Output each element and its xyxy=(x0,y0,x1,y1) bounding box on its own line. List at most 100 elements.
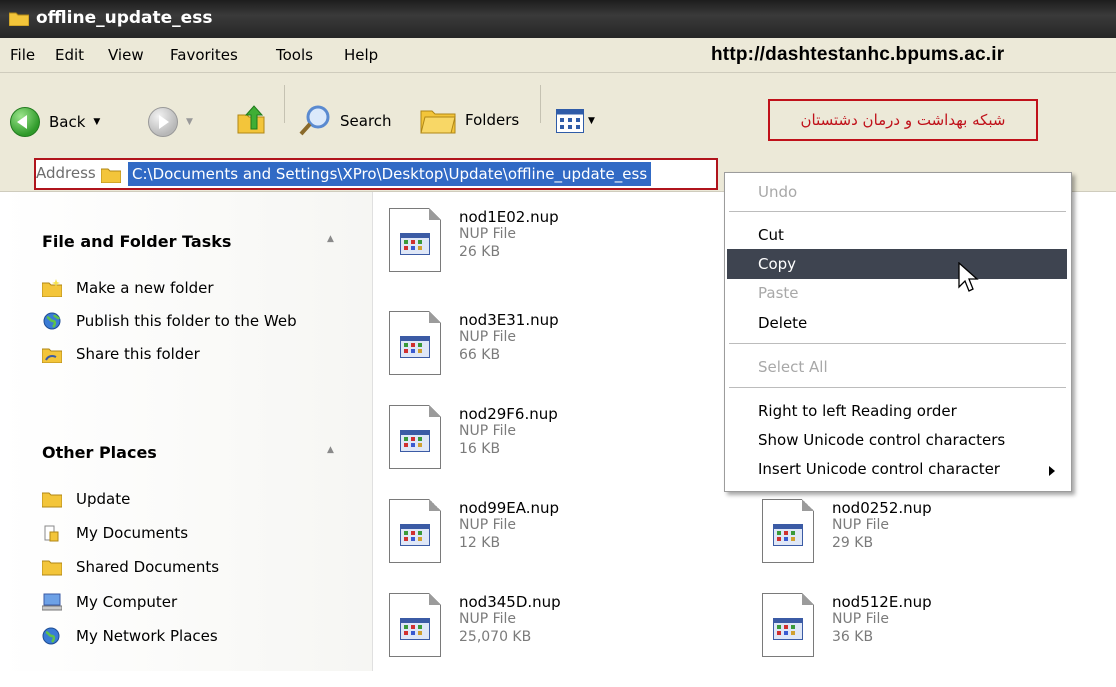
annotation-label: شبکه بهداشت و درمان دشتستان xyxy=(768,99,1038,141)
file-type: NUP File xyxy=(459,517,517,533)
other-places-title[interactable]: Other Places xyxy=(42,443,157,462)
menu-item-paste[interactable]: Paste xyxy=(758,284,799,302)
file-item[interactable]: nod3E31.nup NUP File 66 KB xyxy=(389,311,719,405)
place-label: My Documents xyxy=(76,524,189,542)
forward-dropdown-icon[interactable]: ▼ xyxy=(186,117,193,127)
file-type: NUP File xyxy=(459,611,517,627)
place-update[interactable]: Update xyxy=(42,490,130,508)
menu-item-select-all[interactable]: Select All xyxy=(758,358,828,376)
globe-icon xyxy=(43,312,61,330)
file-item[interactable]: nod345D.nup NUP File 25,070 KB xyxy=(389,593,719,687)
task-publish-web[interactable]: Publish this folder to the Web xyxy=(42,312,297,330)
menu-item-undo[interactable]: Undo xyxy=(758,183,797,201)
file-size: 25,070 KB xyxy=(459,629,532,645)
back-dropdown-icon[interactable]: ▼ xyxy=(93,117,100,127)
file-item[interactable]: nod99EA.nup NUP File 12 KB xyxy=(389,499,719,593)
file-item[interactable]: nod512E.nup NUP File 36 KB xyxy=(762,593,1092,687)
nup-file-icon xyxy=(762,499,814,563)
file-name: nod1E02.nup xyxy=(459,208,559,226)
menu-tools[interactable]: Tools xyxy=(276,46,313,64)
nup-file-icon xyxy=(389,311,441,375)
nup-file-icon xyxy=(389,405,441,469)
mouse-cursor-icon xyxy=(958,262,979,292)
file-item[interactable]: nod1E02.nup NUP File 26 KB xyxy=(389,208,719,302)
menu-separator xyxy=(729,211,1066,212)
folder-icon xyxy=(42,492,62,508)
file-name: nod345D.nup xyxy=(459,593,561,611)
place-label: My Computer xyxy=(76,593,178,611)
menu-item-cut[interactable]: Cut xyxy=(758,226,784,244)
search-button[interactable]: Search xyxy=(298,105,392,137)
up-folder-button[interactable] xyxy=(236,105,266,135)
place-my-computer[interactable]: My Computer xyxy=(42,593,177,611)
place-label: Shared Documents xyxy=(76,558,220,576)
toolbar-separator xyxy=(540,85,541,123)
file-tasks-title[interactable]: File and Folder Tasks xyxy=(42,232,231,251)
context-menu: Undo Cut Copy Paste Delete Select All Ri… xyxy=(724,172,1072,492)
address-input[interactable]: C:\Documents and Settings\XPro\Desktop\U… xyxy=(128,162,652,186)
file-size: 29 KB xyxy=(832,535,874,551)
folders-label: Folders xyxy=(465,111,520,129)
menu-view[interactable]: View xyxy=(108,46,144,64)
file-item[interactable]: nod0252.nup NUP File 29 KB xyxy=(762,499,1092,593)
file-type: NUP File xyxy=(459,226,517,242)
menu-item-rtl-reading[interactable]: Right to left Reading order xyxy=(758,402,957,420)
my-documents-icon xyxy=(44,525,59,542)
file-size: 12 KB xyxy=(459,535,501,551)
nup-file-icon xyxy=(762,593,814,657)
file-name: nod29F6.nup xyxy=(459,405,558,423)
task-share-folder[interactable]: Share this folder xyxy=(42,345,200,363)
place-shared-documents[interactable]: Shared Documents xyxy=(42,558,219,576)
file-item[interactable]: nod29F6.nup NUP File 16 KB xyxy=(389,405,719,499)
task-label: Publish this folder to the Web xyxy=(76,312,297,330)
file-name: nod0252.nup xyxy=(832,499,932,517)
search-icon xyxy=(299,105,330,136)
collapse-chevron-icon[interactable]: ▲ xyxy=(327,445,334,455)
back-label: Back xyxy=(49,113,86,131)
url-text: http://dashtestanhc.bpums.ac.ir xyxy=(711,44,1005,65)
task-new-folder[interactable]: Make a new folder xyxy=(42,279,214,297)
menu-file[interactable]: File xyxy=(10,46,35,64)
folders-icon xyxy=(420,110,456,134)
menu-favorites[interactable]: Favorites xyxy=(170,46,238,64)
share-folder-icon xyxy=(42,348,62,363)
nup-file-icon xyxy=(389,208,441,272)
nup-file-icon xyxy=(389,499,441,563)
task-pane: File and Folder Tasks ▲ Make a new folde… xyxy=(0,192,373,671)
file-name: nod3E31.nup xyxy=(459,311,559,329)
menu-bar: File Edit View Favorites Tools Help http… xyxy=(0,38,1116,73)
place-my-documents[interactable]: My Documents xyxy=(42,524,188,542)
search-label: Search xyxy=(340,112,392,130)
nup-file-icon xyxy=(389,593,441,657)
file-type: NUP File xyxy=(832,517,890,533)
menu-item-delete[interactable]: Delete xyxy=(758,314,807,332)
folder-icon xyxy=(9,12,29,26)
collapse-chevron-icon[interactable]: ▲ xyxy=(327,234,334,244)
place-label: Update xyxy=(76,490,131,508)
place-my-network[interactable]: My Network Places xyxy=(42,627,218,645)
file-size: 66 KB xyxy=(459,347,501,363)
menu-item-show-unicode[interactable]: Show Unicode control characters xyxy=(758,431,1005,449)
file-size: 36 KB xyxy=(832,629,874,645)
menu-edit[interactable]: Edit xyxy=(55,46,84,64)
views-button[interactable]: ▼ xyxy=(556,109,595,133)
back-button[interactable]: Back ▼ xyxy=(10,107,100,137)
folders-button[interactable]: Folders xyxy=(420,105,519,135)
forward-button[interactable]: ▼ xyxy=(148,107,193,137)
submenu-arrow-icon xyxy=(1049,466,1055,476)
menu-separator xyxy=(729,387,1066,388)
file-type: NUP File xyxy=(459,329,517,345)
up-folder-icon xyxy=(237,105,265,134)
menu-item-insert-unicode[interactable]: Insert Unicode control character xyxy=(758,460,1000,478)
views-icon xyxy=(556,109,584,133)
back-arrow-icon xyxy=(10,107,40,137)
folder-icon xyxy=(42,560,62,576)
views-dropdown-icon[interactable]: ▼ xyxy=(588,116,595,126)
menu-separator xyxy=(729,343,1066,344)
file-size: 26 KB xyxy=(459,244,501,260)
folder-icon xyxy=(101,168,121,183)
new-folder-icon xyxy=(42,279,62,297)
window-title: offline_update_ess xyxy=(36,8,213,28)
menu-help[interactable]: Help xyxy=(344,46,378,64)
menu-item-copy[interactable]: Copy xyxy=(758,255,796,273)
